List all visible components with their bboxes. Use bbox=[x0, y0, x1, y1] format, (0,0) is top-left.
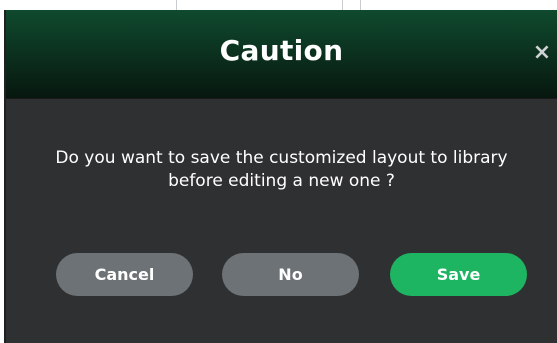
close-icon[interactable]: × bbox=[531, 42, 553, 64]
background-divider bbox=[342, 0, 343, 10]
dialog-message: Do you want to save the customized layou… bbox=[6, 147, 557, 193]
background-divider bbox=[360, 0, 361, 10]
dialog-title: Caution bbox=[219, 34, 344, 67]
dialog-titlebar: Caution × bbox=[6, 10, 557, 99]
dialog-message-line: Do you want to save the customized layou… bbox=[55, 148, 508, 168]
no-button[interactable]: No bbox=[222, 253, 359, 296]
dialog-message-line: before editing a new one ? bbox=[168, 171, 395, 191]
cancel-button[interactable]: Cancel bbox=[56, 253, 193, 296]
background-divider bbox=[176, 0, 177, 10]
caution-dialog: Caution × Do you want to save the custom… bbox=[4, 10, 557, 343]
background-strip bbox=[0, 0, 557, 10]
save-button[interactable]: Save bbox=[390, 253, 527, 296]
